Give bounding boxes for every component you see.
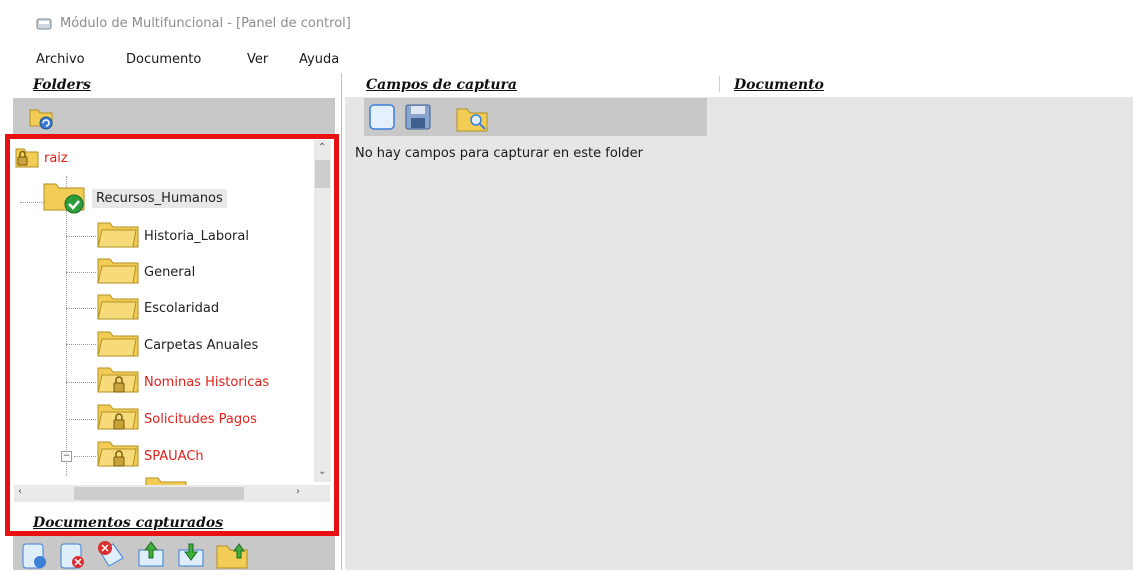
menu-bar: Archivo Documento Ver Ayuda: [0, 48, 1133, 70]
tree-item-spauach[interactable]: SPAUACh: [96, 438, 204, 474]
tree-item-historia-laboral[interactable]: Historia_Laboral: [96, 218, 249, 254]
title-bar: Módulo de Multifuncional - [Panel de con…: [0, 0, 1133, 44]
menu-documento[interactable]: Documento: [126, 52, 201, 67]
tree-label: Nominas Historicas: [144, 374, 270, 390]
scroll-left-icon[interactable]: ‹: [18, 486, 22, 497]
tree-label: General: [144, 264, 196, 280]
window-title: Módulo de Multifuncional - [Panel de con…: [60, 16, 351, 31]
download-document-icon[interactable]: [175, 538, 207, 574]
scroll-right-icon[interactable]: ›: [296, 486, 300, 497]
menu-archivo[interactable]: Archivo: [36, 52, 85, 67]
folder-icon: [96, 218, 140, 254]
tree-item-nominas-historicas[interactable]: Nominas Historicas: [96, 364, 269, 400]
folder-icon: [96, 290, 140, 326]
folder-upload-icon[interactable]: [215, 538, 249, 574]
tree-label: Solicitudes Pagos: [144, 411, 257, 427]
new-field-icon[interactable]: [368, 103, 398, 135]
locked-folder-icon: [14, 141, 40, 175]
tree-label: raiz: [44, 150, 68, 166]
remove-document-icon[interactable]: [95, 538, 127, 574]
folder-icon: [96, 254, 140, 290]
horizontal-scroll-thumb[interactable]: [74, 487, 244, 500]
tree-vertical-scrollbar[interactable]: ⌃ ⌄: [314, 140, 331, 482]
panel-separator[interactable]: [341, 73, 342, 570]
delete-document-icon[interactable]: [58, 540, 88, 574]
folders-header: Folders: [33, 77, 91, 93]
tree-item-general[interactable]: General: [96, 254, 195, 290]
scroll-up-icon[interactable]: ⌃: [318, 142, 326, 153]
documentos-capturados-header: Documentos capturados: [33, 515, 224, 531]
tree-label: Historia_Laboral: [144, 228, 249, 244]
tree-item-carpetas-anuales[interactable]: Carpetas Anuales: [96, 327, 258, 363]
menu-ayuda[interactable]: Ayuda: [299, 52, 339, 67]
new-document-icon[interactable]: [20, 540, 50, 574]
locked-folder-icon: [96, 400, 140, 438]
upload-document-icon[interactable]: [135, 538, 167, 574]
tree-item-raiz[interactable]: raiz: [14, 140, 68, 176]
app-window-icon: [36, 17, 52, 35]
tree-label: Carpetas Anuales: [144, 337, 259, 353]
tree-label: SPAUACh: [144, 448, 204, 464]
folder-icon: [96, 327, 140, 363]
save-icon[interactable]: [403, 103, 433, 135]
tree-item-escolaridad[interactable]: Escolaridad: [96, 290, 219, 326]
documento-header: Documento: [734, 77, 824, 93]
tree-item-recursos-humanos[interactable]: Recursos_Humanos: [42, 180, 227, 216]
header-separator: [719, 76, 720, 92]
scroll-down-icon[interactable]: ⌄: [318, 466, 326, 477]
locked-folder-icon: [96, 363, 140, 401]
tree-horizontal-scrollbar[interactable]: ‹ ›: [14, 485, 330, 502]
menu-ver[interactable]: Ver: [247, 52, 268, 67]
folders-toolbar: [13, 98, 335, 136]
locked-folder-icon: [96, 437, 140, 475]
tree-label: Recursos_Humanos: [92, 188, 227, 208]
search-folder-icon[interactable]: [455, 101, 489, 137]
collapse-toggle[interactable]: −: [61, 451, 72, 462]
tree-label: Escolaridad: [144, 300, 220, 316]
folder-tree[interactable]: raiz Recursos_Humanos Historia_Laboral G…: [14, 140, 332, 500]
campos-header: Campos de captura: [366, 77, 517, 93]
campos-empty-message: No hay campos para capturar en este fold…: [355, 146, 643, 161]
refresh-folders-icon[interactable]: [28, 104, 54, 134]
tree-item-solicitudes-pagos[interactable]: Solicitudes Pagos: [96, 401, 257, 437]
folder-check-icon: [42, 178, 88, 218]
vertical-scroll-thumb[interactable]: [315, 160, 330, 188]
